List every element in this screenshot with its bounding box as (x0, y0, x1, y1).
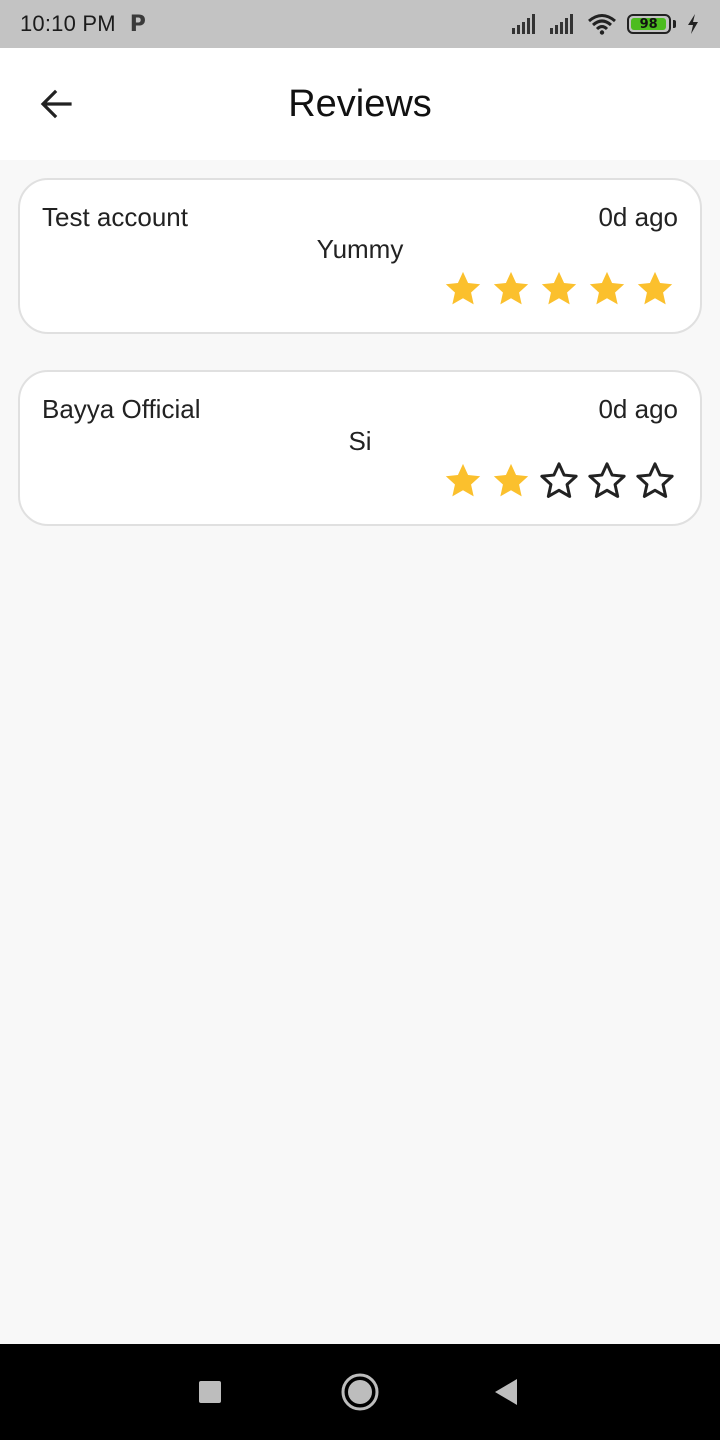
review-card: Bayya Official 0d ago Si (18, 370, 702, 526)
charging-icon (688, 14, 698, 34)
signal-icon (550, 14, 573, 34)
signal-icon (512, 14, 535, 34)
home-circle-icon (341, 1373, 379, 1411)
status-time: 10:10 PM (20, 11, 116, 36)
wifi-icon (588, 14, 616, 35)
review-text: Si (348, 426, 372, 456)
status-bar: 10:10 PM P 98 (0, 0, 720, 48)
star-outline-icon (588, 462, 626, 498)
status-icons: 98 (511, 13, 700, 35)
review-text: Yummy (316, 234, 404, 264)
battery-icon: 98 (627, 14, 676, 34)
star-rating (442, 268, 676, 310)
reviewer-name: Bayya Official (42, 394, 201, 424)
battery-level: 98 (631, 17, 667, 32)
star-filled-icon (445, 271, 481, 305)
star-outline-icon (636, 462, 674, 498)
star-rating (442, 460, 676, 502)
review-time: 0d ago (598, 202, 678, 232)
arrow-back-icon (40, 89, 72, 119)
back-button[interactable] (22, 70, 90, 138)
star-filled-icon (493, 463, 529, 497)
recents-button[interactable] (186, 1368, 234, 1416)
p-icon: P (129, 11, 146, 37)
system-nav-bar (0, 1344, 720, 1440)
star-filled-icon (637, 271, 673, 305)
review-time: 0d ago (598, 394, 678, 424)
nav-back-button[interactable] (482, 1368, 530, 1416)
star-outline-icon (540, 462, 578, 498)
review-list: Test account 0d ago Yummy Bayya Official… (18, 178, 702, 562)
app-bar: Reviews (0, 48, 720, 160)
page-title: Reviews (288, 83, 432, 125)
back-triangle-icon (495, 1379, 517, 1405)
star-filled-icon (493, 271, 529, 305)
home-button[interactable] (336, 1368, 384, 1416)
star-filled-icon (541, 271, 577, 305)
reviewer-name: Test account (42, 202, 188, 232)
review-card: Test account 0d ago Yummy (18, 178, 702, 334)
recents-square-icon (199, 1381, 221, 1403)
star-filled-icon (445, 463, 481, 497)
star-filled-icon (589, 271, 625, 305)
